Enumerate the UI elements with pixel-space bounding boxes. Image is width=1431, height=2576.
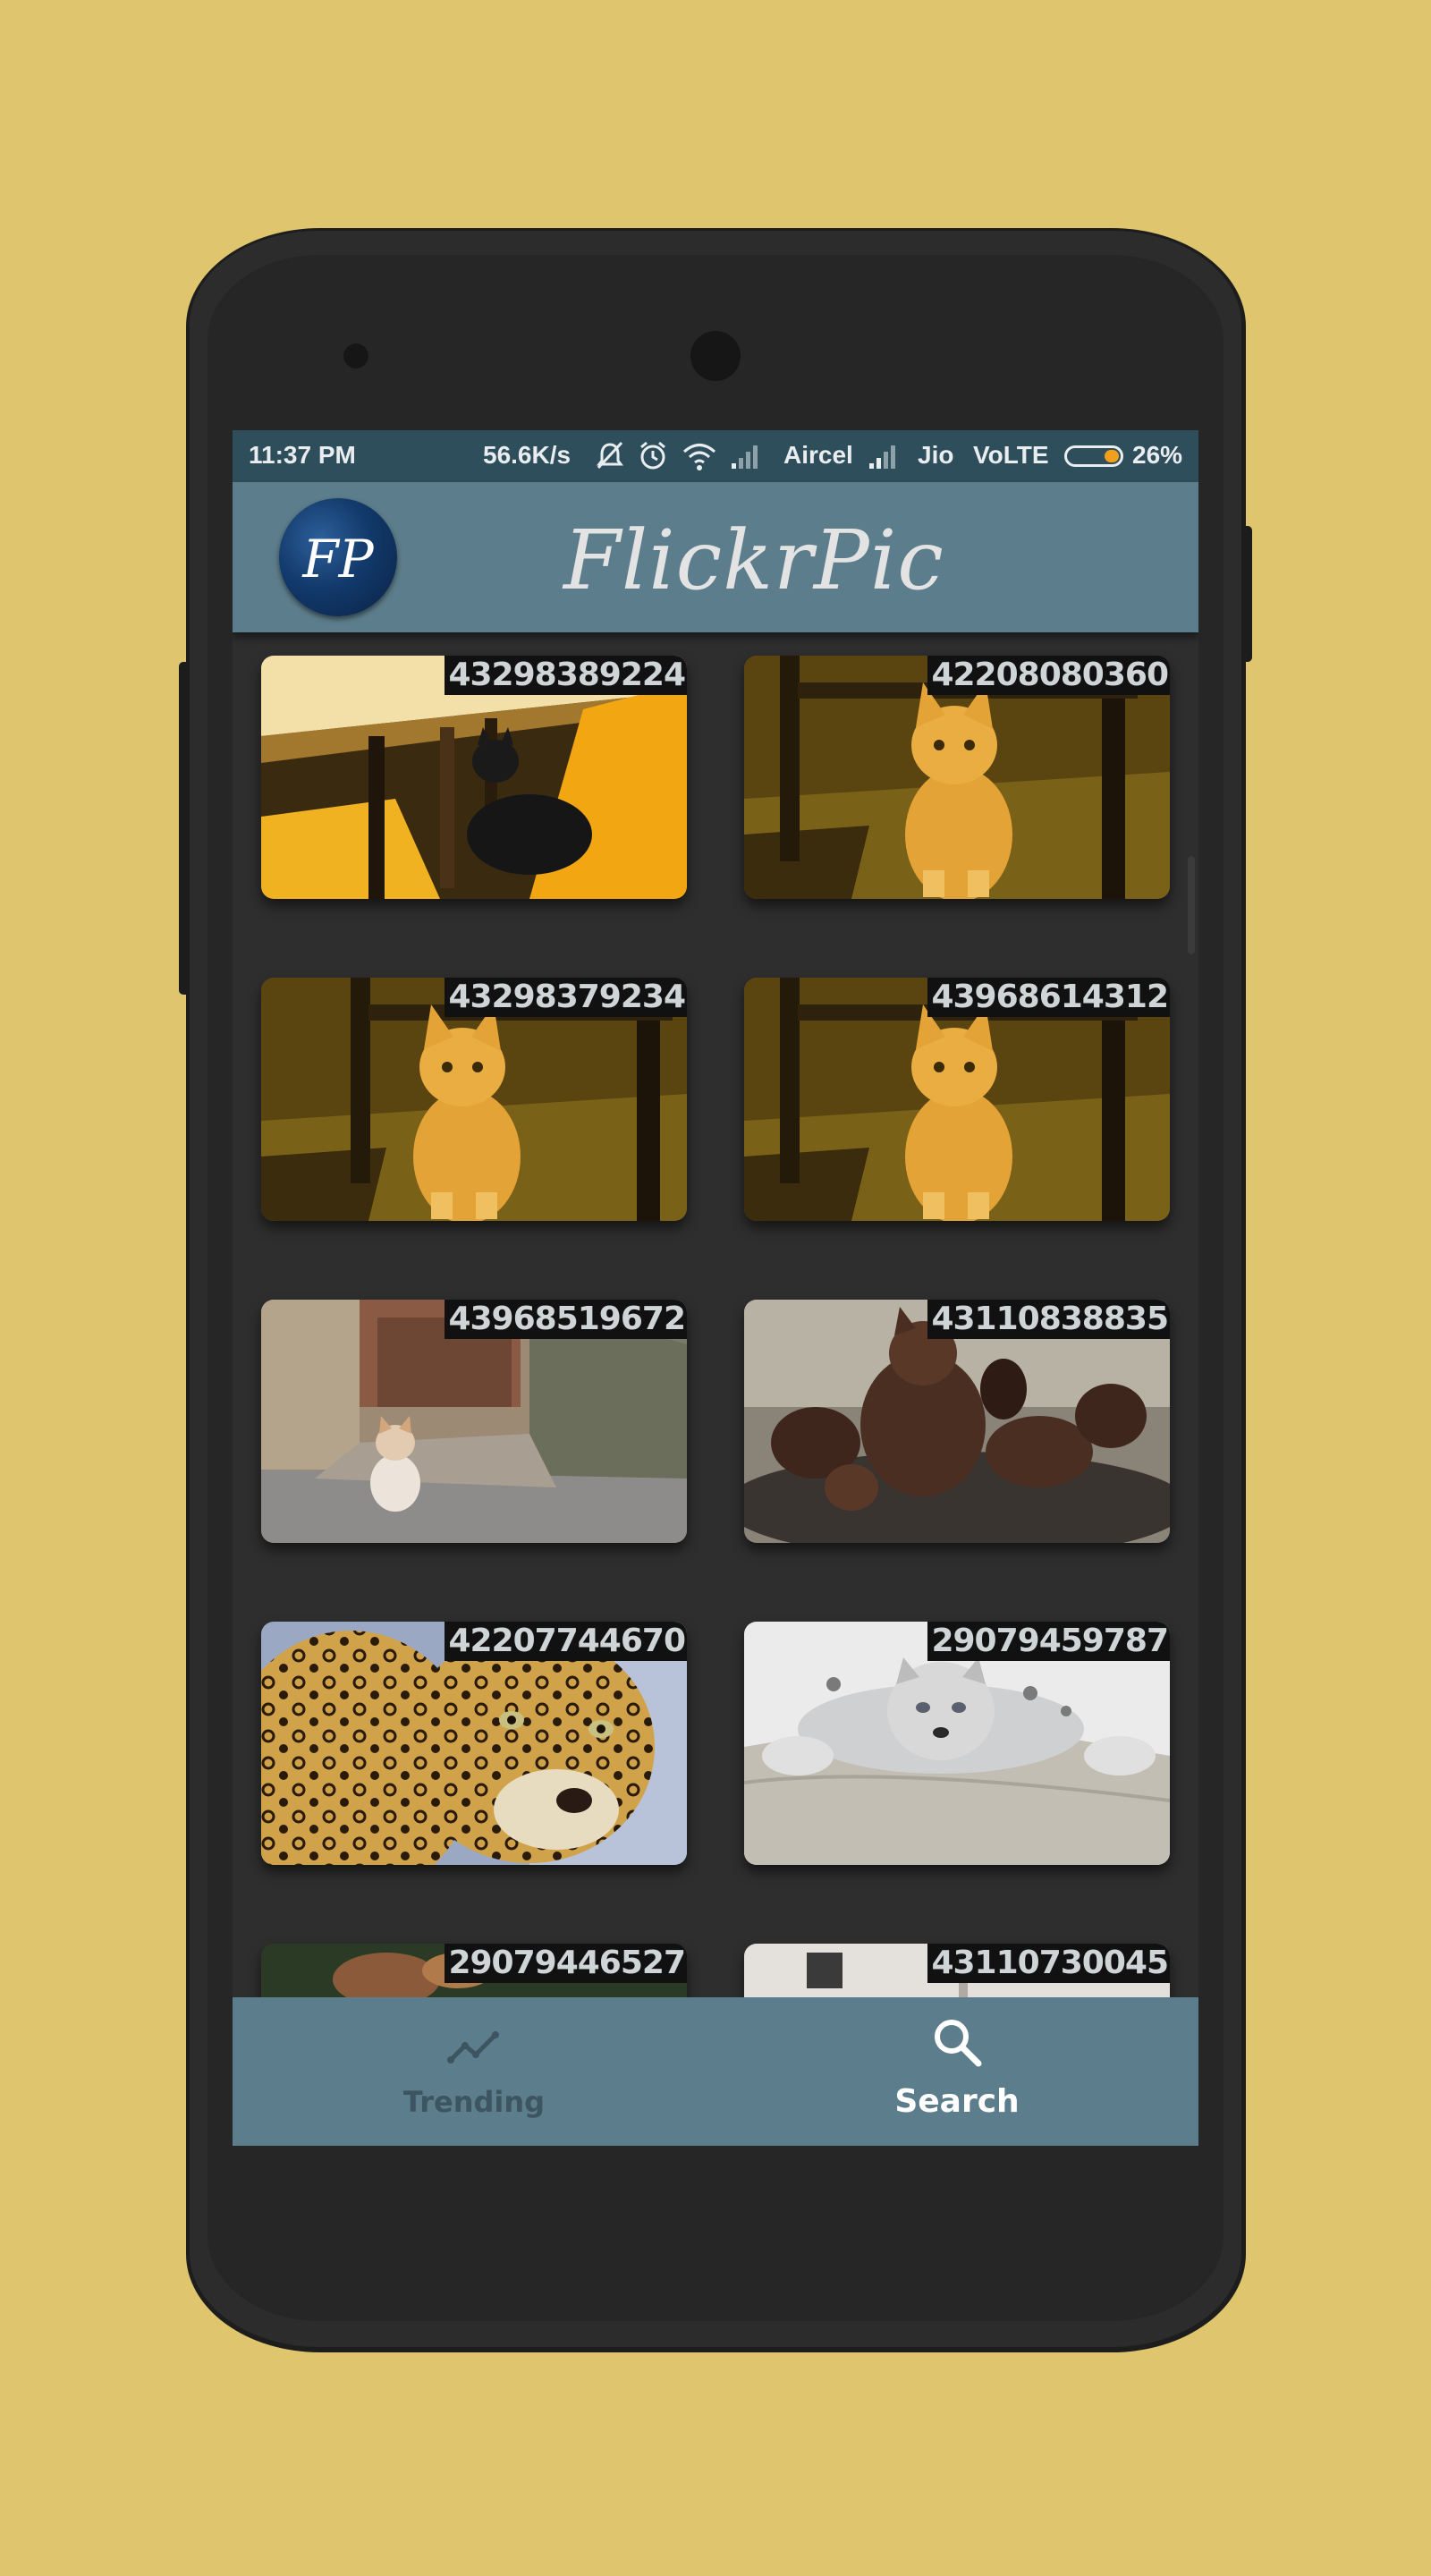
screen: 11:37 PM 56.6K/s Aircel Jio VoLTE 26% FP… [233,430,1198,2146]
photo-card[interactable]: 42208080360 [744,656,1170,899]
signal-icon [732,445,758,469]
stage: 11:37 PM 56.6K/s Aircel Jio VoLTE 26% FP… [0,0,1431,2576]
alarm-icon [640,441,665,470]
app-title: FlickrPic [563,513,944,608]
photo-card[interactable]: 42207744670 [261,1622,687,1865]
scrollbar[interactable] [1188,856,1195,954]
status-time: 11:37 PM [249,441,356,469]
photo-card[interactable]: 43110838835 [744,1300,1170,1543]
photo-id: 42208080360 [927,656,1170,695]
status-battery: 26% [1132,441,1183,469]
photo-id: 43110838835 [927,1300,1170,1339]
status-bar: 11:37 PM 56.6K/s Aircel Jio VoLTE 26% [233,430,1198,482]
photo-card[interactable]: 43298389224 [261,656,687,899]
status-network: VoLTE [973,441,1049,469]
battery-fill [1105,450,1119,462]
sensor-dot [343,343,368,369]
photo-grid: 43298389224 42208080360 43298379234 4396… [233,632,1198,2010]
status-speed: 56.6K/s [483,441,572,469]
nav-search-label: Search [894,2083,1020,2120]
nav-trending-label: Trending [402,2085,546,2119]
bottom-nav: Trending Search [233,1997,1198,2146]
app-logo[interactable]: FP [279,498,397,616]
nav-trending[interactable]: Trending [233,1997,716,2146]
photo-id: 43968519672 [445,1300,687,1339]
photo-card[interactable]: 43298379234 [261,978,687,1221]
photo-card[interactable]: 29079459787 [744,1622,1170,1865]
photo-id: 29079446527 [445,1944,687,1983]
front-camera [690,331,741,381]
logo-text: FP [302,529,374,589]
status-carrier-1: Aircel [783,441,853,469]
photo-id: 42207744670 [445,1622,687,1661]
status-carrier-2: Jio [918,441,954,469]
search-icon [935,2020,982,2067]
wifi-icon [683,444,716,470]
mute-icon [597,441,623,470]
trending-icon [447,2031,499,2063]
photo-id: 43298389224 [445,656,687,695]
app-bar: FP FlickrPic [233,482,1198,632]
nav-search[interactable]: Search [716,1997,1198,2146]
photo-card[interactable]: 43968614312 [744,978,1170,1221]
photo-id: 43968614312 [927,978,1170,1017]
photo-id: 29079459787 [927,1622,1170,1661]
photo-card[interactable]: 43968519672 [261,1300,687,1543]
signal-icon [869,445,895,469]
photo-id: 43298379234 [445,978,687,1017]
battery-icon [1064,445,1123,467]
photo-id: 43110730045 [927,1944,1170,1983]
